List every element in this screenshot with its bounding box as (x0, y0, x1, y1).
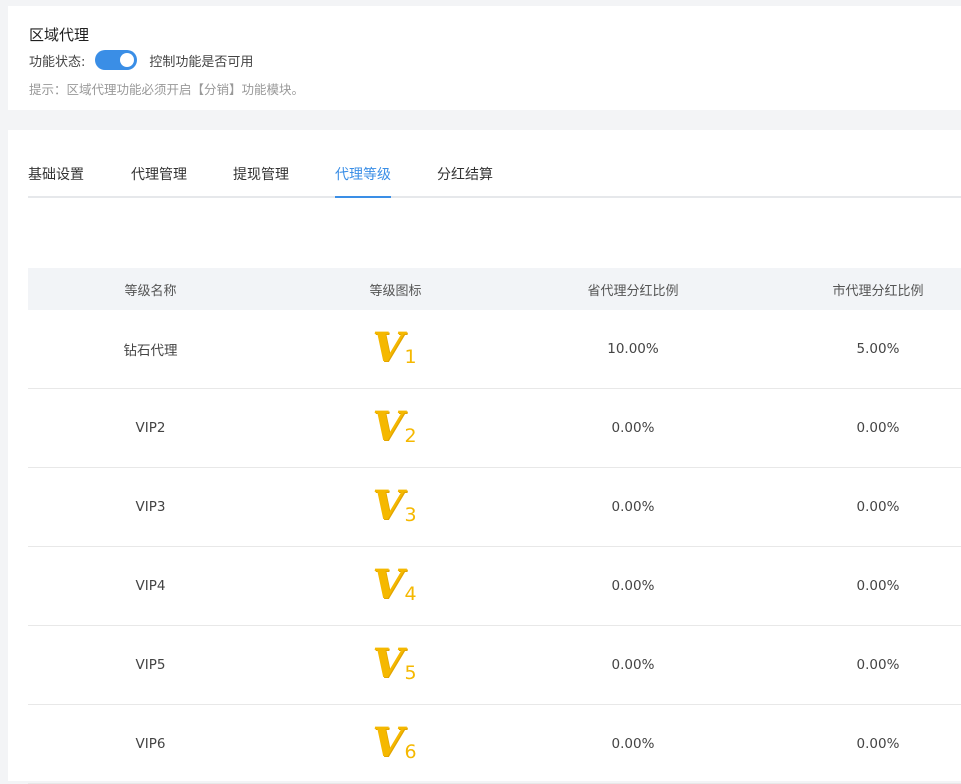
vip-badge-icon: V1 (372, 324, 417, 371)
level-name: 钻石代理 (123, 343, 178, 359)
level-name: VIP6 (135, 736, 166, 752)
tab-dividend-settlement[interactable]: 分红结算 (437, 164, 493, 194)
level-icon-cell: V3 (273, 468, 518, 546)
city-ratio: 0.00% (856, 736, 900, 752)
badge-number: 6 (404, 741, 417, 763)
province-ratio: 10.00% (607, 341, 659, 357)
table-row: VIP4 V4 0.00% 0.00% (28, 547, 961, 626)
header-panel: 区域代理 功能状态: 控制功能是否可用 提示：区域代理功能必须开启【分销】功能模… (8, 6, 961, 110)
column-header-level-icon: 等级图标 (369, 283, 422, 299)
column-header-level-name: 等级名称 (124, 283, 177, 299)
badge-number: 2 (404, 425, 417, 447)
vip-badge-icon: V6 (372, 719, 417, 766)
level-icon-cell: V2 (273, 389, 518, 467)
city-ratio: 0.00% (856, 578, 900, 594)
province-ratio: 0.00% (611, 578, 655, 594)
level-name: VIP5 (135, 657, 166, 673)
badge-number: 4 (404, 583, 417, 605)
status-toggle[interactable] (95, 50, 138, 70)
vip-badge-icon: V2 (372, 403, 417, 450)
badge-number: 5 (404, 662, 417, 684)
badge-number: 1 (404, 346, 417, 368)
city-ratio: 5.00% (856, 341, 900, 357)
tab-agent-levels[interactable]: 代理等级 (335, 164, 391, 198)
level-icon-cell: V5 (273, 626, 518, 704)
vip-badge-icon: V4 (372, 561, 417, 608)
city-ratio: 0.00% (856, 657, 900, 673)
status-description: 控制功能是否可用 (149, 54, 254, 70)
province-ratio: 0.00% (611, 736, 655, 752)
badge-number: 3 (404, 504, 417, 526)
tab-basic-settings[interactable]: 基础设置 (28, 164, 84, 194)
level-name: VIP2 (135, 420, 166, 436)
tab-agent-management[interactable]: 代理管理 (131, 164, 187, 194)
table-row: VIP2 V2 0.00% 0.00% (28, 389, 961, 468)
tab-bar: 基础设置 代理管理 提现管理 代理等级 分红结算 (28, 158, 961, 198)
page-title: 区域代理 (29, 26, 90, 44)
province-ratio: 0.00% (611, 499, 655, 515)
level-icon-cell: V6 (273, 705, 518, 783)
vip-badge-icon: V3 (372, 482, 417, 529)
table-row: VIP6 V6 0.00% 0.00% (28, 705, 961, 784)
hint-text: 提示：区域代理功能必须开启【分销】功能模块。 (29, 82, 305, 97)
level-name: VIP4 (135, 578, 166, 594)
level-name: VIP3 (135, 499, 166, 515)
table-row: VIP5 V5 0.00% 0.00% (28, 626, 961, 705)
column-header-province-ratio: 省代理分红比例 (587, 283, 679, 299)
table-row: VIP3 V3 0.00% 0.00% (28, 468, 961, 547)
province-ratio: 0.00% (611, 420, 655, 436)
level-icon-cell: V4 (273, 547, 518, 625)
province-ratio: 0.00% (611, 657, 655, 673)
table-row: 钻石代理 V1 10.00% 5.00% (28, 310, 961, 389)
vip-badge-icon: V5 (372, 640, 417, 687)
tab-withdrawal-management[interactable]: 提现管理 (233, 164, 289, 194)
status-label: 功能状态: (29, 54, 86, 70)
city-ratio: 0.00% (856, 499, 900, 515)
city-ratio: 0.00% (856, 420, 900, 436)
status-row: 功能状态: 控制功能是否可用 (29, 50, 253, 70)
main-panel: 基础设置 代理管理 提现管理 代理等级 分红结算 等级名称 等级图标 省代理分红… (8, 130, 961, 784)
toggle-knob (120, 53, 135, 67)
level-icon-cell: V1 (273, 310, 518, 388)
level-table: 等级名称 等级图标 省代理分红比例 市代理分红比例 钻石代理 V1 10.00%… (28, 268, 961, 784)
table-header: 等级名称 等级图标 省代理分红比例 市代理分红比例 (28, 268, 961, 310)
column-header-city-ratio: 市代理分红比例 (832, 283, 924, 299)
